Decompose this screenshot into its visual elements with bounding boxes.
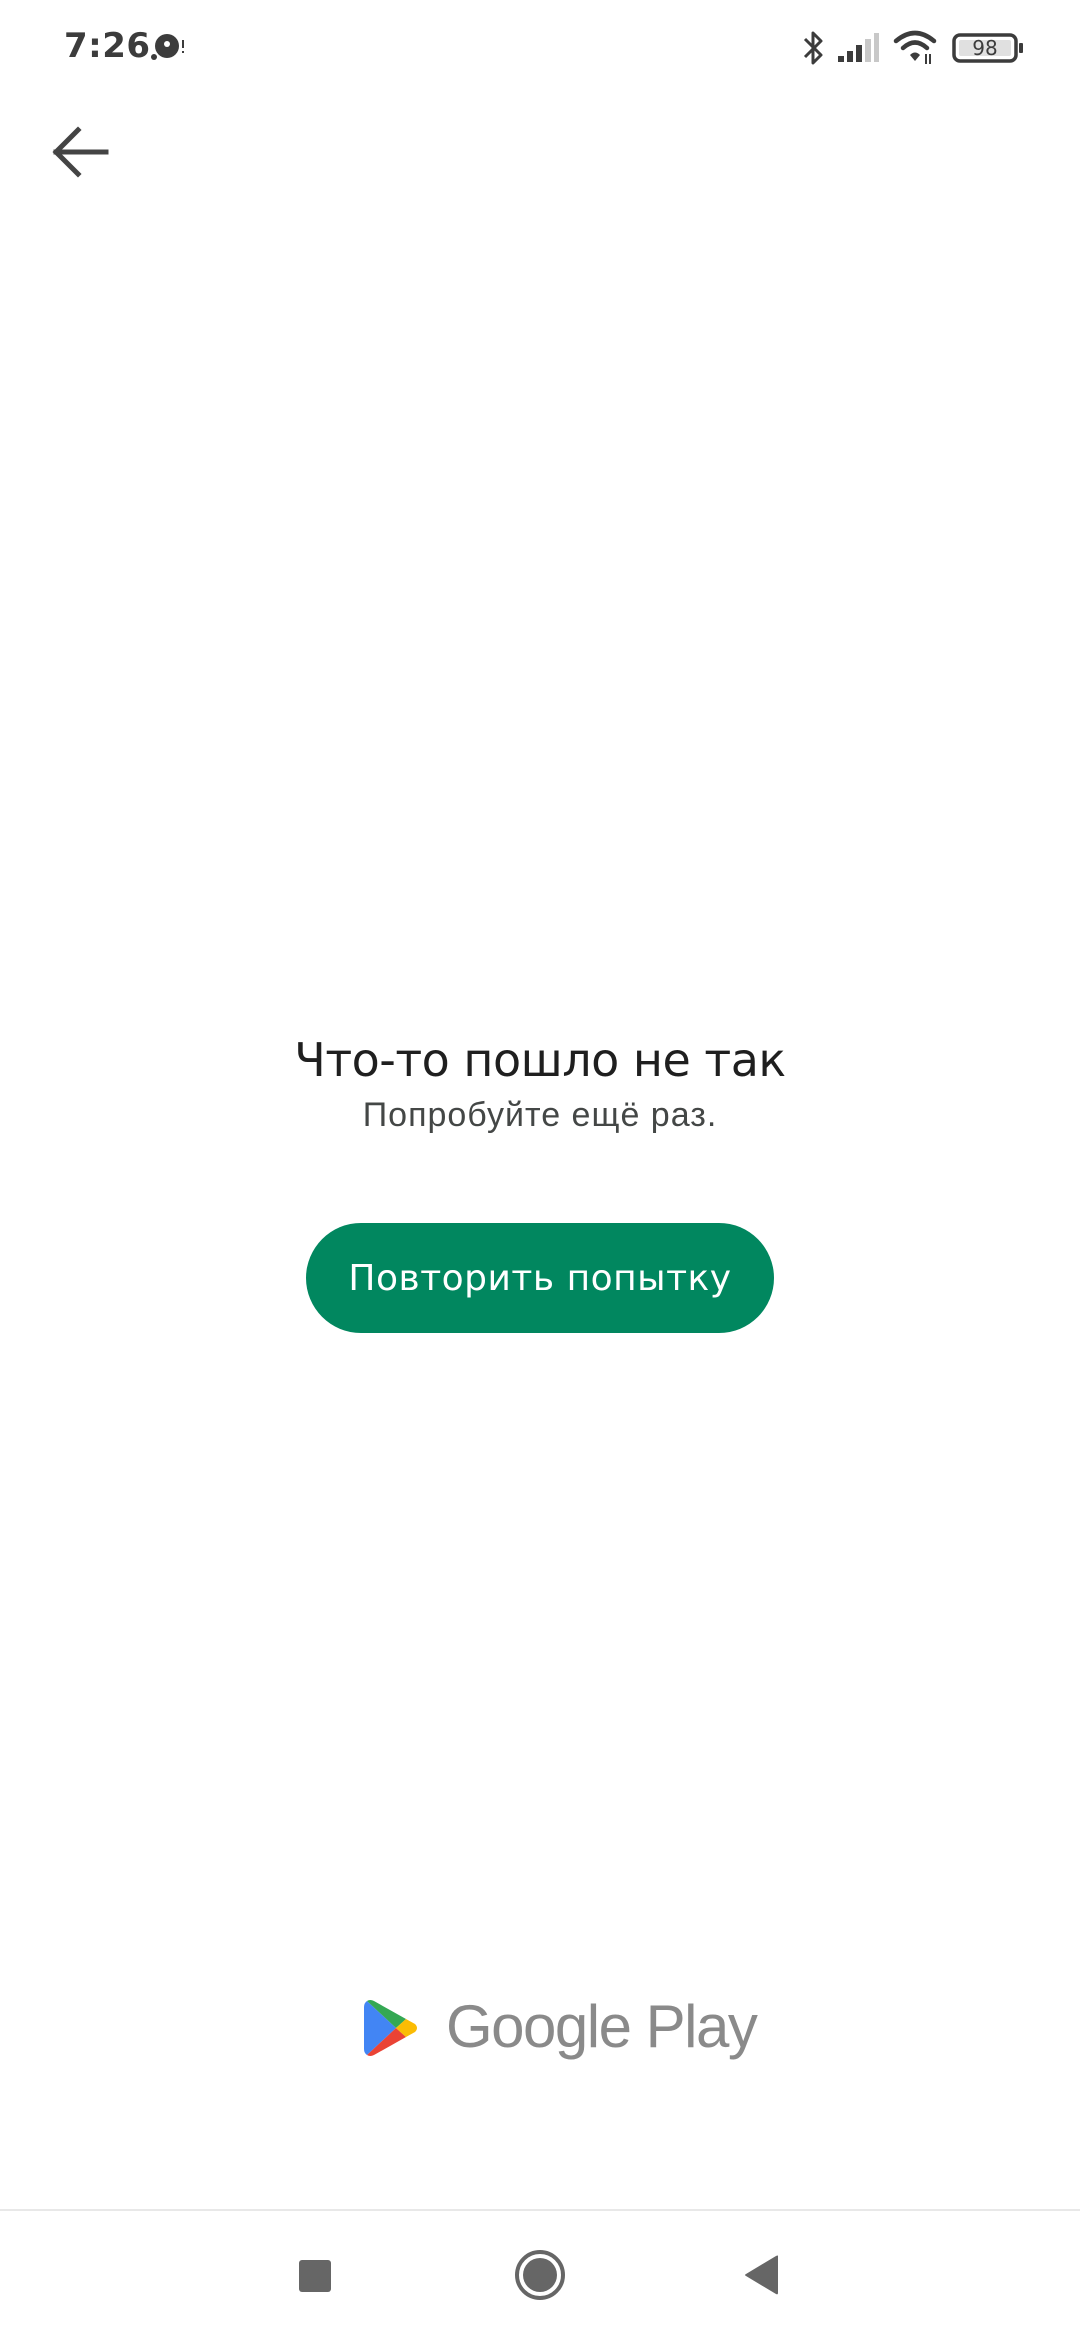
triangle-back-icon (745, 2255, 778, 2295)
google-play-logo: Google Play (362, 1990, 758, 2070)
error-subtitle: Попробуйте ещё раз. (362, 1096, 718, 1134)
arrow-back-icon (52, 126, 109, 178)
status-bar: 7:26 98 (0, 0, 1080, 96)
data-saver-icon (151, 34, 184, 60)
recents-button[interactable] (275, 2235, 355, 2315)
circle-icon (515, 2250, 565, 2300)
bluetooth-icon (803, 31, 823, 65)
retry-button[interactable]: Повторить попытку (306, 1223, 774, 1333)
home-button[interactable] (500, 2235, 580, 2315)
google-play-wordmark: Google Play (446, 1993, 758, 2060)
error-title: Что-то пошло не так (294, 1033, 786, 1087)
navigation-bar (0, 2211, 1080, 2340)
error-message: Что-то пошло не так Попробуйте ещё раз. (0, 1030, 1080, 1138)
back-button[interactable] (36, 120, 120, 184)
wifi-icon (893, 30, 937, 64)
nav-back-button[interactable] (720, 2235, 800, 2315)
square-icon (299, 2260, 331, 2292)
battery-icon: 98 (952, 33, 1024, 63)
google-play-icon (364, 2000, 417, 2056)
battery-level: 98 (972, 36, 998, 60)
status-time: 7:26 (64, 26, 151, 66)
signal-icon (838, 33, 879, 62)
